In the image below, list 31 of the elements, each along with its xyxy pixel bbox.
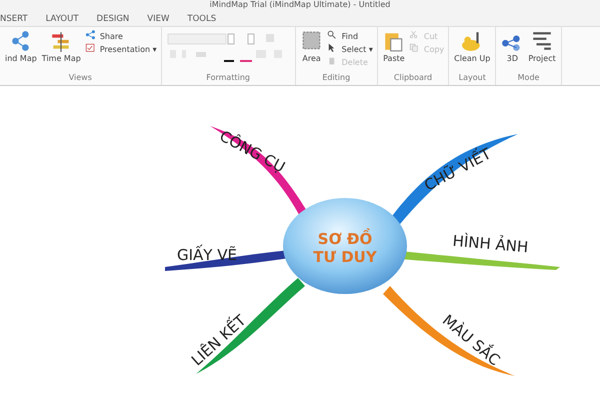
ribbon-button[interactable]: Find xyxy=(326,30,373,42)
ribbon-button[interactable]: Paste xyxy=(382,30,406,63)
ribbon-button[interactable]: Time Map xyxy=(40,30,82,63)
share-icon xyxy=(84,30,97,42)
ribbon-tab[interactable]: TOOLS xyxy=(185,14,218,24)
area-select-icon xyxy=(300,30,323,52)
central-topic-text: TƯ DUY xyxy=(313,248,377,266)
ribbon-button[interactable]: 3D xyxy=(500,30,524,63)
ribbon-button[interactable]: Select ▾ xyxy=(326,43,373,55)
ribbon-tab[interactable]: VIEW xyxy=(145,14,172,24)
ribbon-tab[interactable]: LAYOUT xyxy=(44,14,81,24)
window-title: iMindMap Trial (iMindMap Ultimate) - Untitled xyxy=(0,0,600,10)
gantt-icon xyxy=(531,30,554,52)
group-label: Clipboard xyxy=(392,73,434,84)
group-label: Views xyxy=(68,73,93,84)
group-label: Formatting xyxy=(205,73,251,84)
ribbon-button[interactable]: Clean Up xyxy=(453,30,492,63)
group-label: Layout xyxy=(458,73,487,84)
ribbon-button[interactable]: ind Map xyxy=(4,30,38,63)
group-label: Mode xyxy=(516,73,540,84)
central-topic-text: SƠ ĐỒ xyxy=(318,230,372,248)
ribbon-button[interactable]: Share xyxy=(84,30,157,42)
branch-label[interactable]: HÌNH ẢNH xyxy=(452,232,529,256)
ribbon-button[interactable]: Presentation ▾ xyxy=(84,43,157,55)
branch-label[interactable]: CHỮ VIẾT xyxy=(421,144,494,195)
ribbon-tab[interactable]: NSERT xyxy=(0,14,30,24)
ribbon-button[interactable]: Project xyxy=(527,30,557,63)
central-node[interactable] xyxy=(283,198,407,294)
ribbon-tab[interactable]: DESIGN xyxy=(94,14,132,24)
group-label: Editing xyxy=(321,73,352,84)
ribbon-button[interactable]: Area xyxy=(300,30,324,63)
